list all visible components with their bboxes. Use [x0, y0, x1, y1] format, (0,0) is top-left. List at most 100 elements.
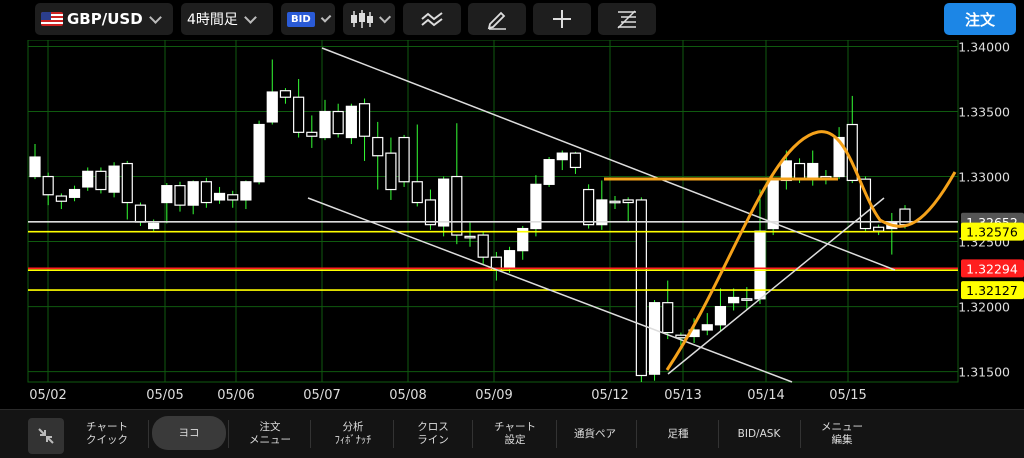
crosshair-button[interactable]: [533, 3, 591, 35]
candle-body: [108, 165, 120, 193]
menu-separator: [636, 420, 637, 448]
chevron-down-icon: [320, 11, 332, 23]
candle-body: [701, 324, 713, 331]
candlestick-icon: [351, 10, 373, 28]
price-label-text: 1.32127: [966, 283, 1018, 298]
candle-body: [583, 188, 595, 226]
candle-body: [332, 110, 344, 135]
nav-cross-line[interactable]: クロス ライン: [396, 413, 470, 455]
nav-yoko[interactable]: ヨコ: [152, 416, 226, 450]
candle-body: [596, 199, 608, 226]
candle-body: [464, 235, 476, 239]
price-label-text: 1.32294: [966, 261, 1018, 276]
candle: [253, 120, 265, 185]
price-label-text: 1.32576: [966, 225, 1018, 240]
candle-body: [227, 194, 239, 201]
candle: [345, 103, 357, 145]
indicator-icon: [421, 12, 443, 27]
candle-body: [293, 96, 305, 133]
menu-separator: [393, 420, 394, 448]
x-axis-tick-label: 05/09: [475, 388, 512, 403]
chevron-down-icon: [244, 10, 257, 24]
candle: [543, 157, 555, 187]
candle: [82, 167, 94, 191]
currency-pair-label: GBP/USD: [67, 10, 143, 28]
candle-body: [253, 123, 265, 183]
menu-separator: [472, 420, 473, 448]
bottom-menu-bar: チャート クイック ヨコ 注文 メニュー 分析 ﾌｨﾎﾞﾅｯﾁ クロス ライン チャート …: [0, 409, 1024, 458]
nav-timeframe[interactable]: 足種: [640, 413, 716, 455]
nav-chart-quick[interactable]: チャート クイック: [68, 413, 146, 455]
price-label: 1.32127: [961, 281, 1024, 300]
candle-body: [42, 175, 54, 196]
candle-body: [174, 185, 186, 206]
candle-body: [29, 156, 41, 178]
collapse-arrows-icon: [38, 428, 54, 444]
chart-toolbar: GBP/USD 4時間足 BID 注文: [0, 0, 1024, 40]
currency-pair-selector[interactable]: GBP/USD: [35, 3, 173, 35]
nav-analysis-fibonacci[interactable]: 分析 ﾌｨﾎﾞﾅｯﾁ: [315, 413, 391, 455]
candle-body: [82, 170, 94, 188]
y-axis-tick-label: 1.32000: [958, 300, 1010, 315]
price-type-selector[interactable]: BID: [281, 3, 335, 35]
candle-body: [279, 90, 292, 98]
candle-body: [306, 131, 318, 137]
x-axis-tick-label: 05/07: [303, 388, 340, 403]
candle-body: [134, 204, 147, 223]
x-axis-tick-label: 05/02: [29, 388, 66, 403]
candle: [648, 300, 661, 381]
x-axis-tick-label: 05/06: [217, 388, 254, 403]
expand-button[interactable]: [28, 418, 64, 454]
indicator-button[interactable]: [403, 3, 461, 35]
candle-body: [793, 162, 806, 180]
candle-body: [556, 152, 568, 161]
candle-body: [358, 103, 371, 137]
menu-separator: [228, 420, 229, 448]
candle-body: [675, 334, 687, 339]
price-type-badge: BID: [287, 11, 315, 27]
nav-menu-edit[interactable]: メニュー 編集: [804, 413, 880, 455]
candle-body: [662, 302, 674, 334]
candle-body: [438, 178, 450, 227]
candle-body: [213, 192, 226, 201]
candle-body: [68, 188, 81, 198]
candle-body: [503, 250, 516, 269]
candle-body: [807, 162, 819, 180]
menu-separator: [718, 420, 719, 448]
nav-bid-ask[interactable]: BID/ASK: [720, 413, 798, 455]
candle-body: [345, 105, 357, 139]
order-button[interactable]: 注文: [944, 3, 1016, 35]
candle-body: [411, 181, 423, 204]
candle: [767, 177, 779, 236]
candle: [398, 134, 410, 187]
candle-body: [569, 152, 582, 169]
nav-chart-settings[interactable]: チャート 設定: [476, 413, 554, 455]
candlestick-chart[interactable]: 1.340001.335001.330001.325001.320001.315…: [0, 40, 1024, 408]
x-axis-tick-label: 05/14: [747, 388, 784, 403]
candle-body: [187, 181, 199, 206]
candle-body: [754, 230, 766, 300]
crosshair-icon: [553, 10, 571, 28]
timeframe-selector[interactable]: 4時間足: [181, 3, 273, 35]
candle-body: [543, 159, 555, 185]
x-axis-tick-label: 05/12: [591, 388, 628, 403]
draw-button[interactable]: [468, 3, 526, 35]
candle-body: [398, 136, 410, 183]
chevron-down-icon: [148, 10, 162, 24]
nav-currency-pair[interactable]: 通貨ペア: [556, 413, 634, 455]
uk-flag-icon: [41, 12, 63, 26]
chart-type-selector[interactable]: [343, 3, 395, 35]
candle-body: [635, 199, 647, 377]
candle-body: [319, 110, 331, 139]
y-axis-tick-label: 1.33500: [958, 105, 1010, 120]
nav-order-menu[interactable]: 注文 メニュー: [232, 413, 308, 455]
candle-body: [266, 91, 278, 123]
candle-body: [741, 298, 753, 301]
x-axis-tick-label: 05/05: [146, 388, 183, 403]
candle: [95, 167, 107, 194]
candle-body: [648, 302, 661, 375]
candle-body: [424, 199, 437, 226]
price-chart[interactable]: 1.34000 1.33500 1.33000 1.32500 1.32000 1.315…: [0, 40, 1024, 408]
candle-body: [477, 234, 489, 258]
fibonacci-button[interactable]: [598, 3, 656, 35]
